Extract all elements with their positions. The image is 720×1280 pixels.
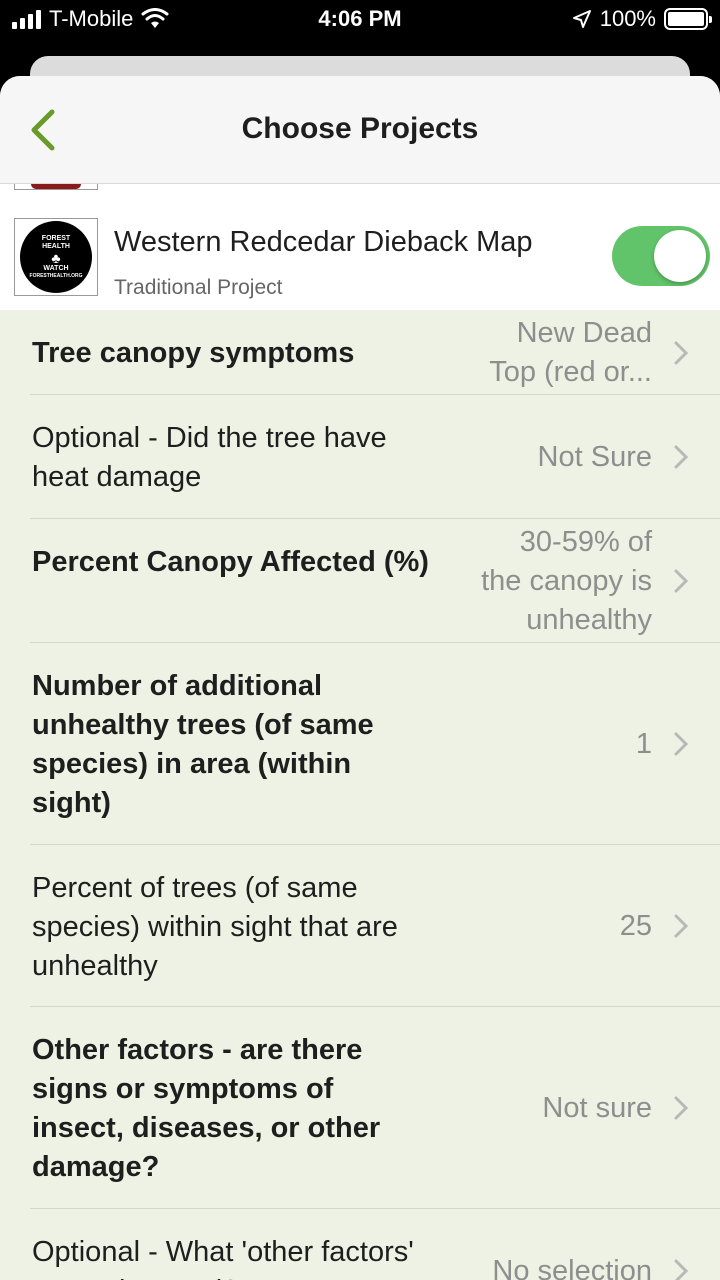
field-row[interactable]: Optional - Did the tree have heat damage… <box>30 395 720 519</box>
field-label: Optional - Did the tree have heat damage <box>32 422 387 493</box>
chevron-right-icon <box>674 1259 688 1280</box>
fields-list: Tree canopy symptoms New Dead Top (red o… <box>0 310 720 1280</box>
field-value: 30-59% of the canopy is unhealthy <box>481 526 652 636</box>
forest-health-watch-logo: FOREST HEALTH ♣ WATCH FORESTHEALTH.ORG <box>20 221 92 293</box>
field-value: New Dead Top (red or... <box>489 317 652 388</box>
screen: T-Mobile 4:06 PM 100% Choose Projects FO… <box>0 0 720 1280</box>
project-row: FOREST HEALTH ♣ WATCH FORESTHEALTH.ORG W… <box>0 184 720 310</box>
chevron-right-icon <box>674 1096 688 1120</box>
project-title: Western Redcedar Dieback Map <box>114 226 533 258</box>
project-subtitle: Traditional Project <box>114 276 283 299</box>
field-row[interactable]: Percent of trees (of same species) withi… <box>30 845 720 1007</box>
field-row[interactable]: Percent Canopy Affected (%) 30-59% of th… <box>30 519 720 643</box>
field-row[interactable]: Tree canopy symptoms New Dead Top (red o… <box>30 310 720 395</box>
toggle-knob <box>654 230 706 282</box>
field-value: Not sure <box>542 1092 652 1124</box>
field-value: Not Sure <box>537 441 652 473</box>
field-label: Percent of trees (of same species) withi… <box>32 872 398 982</box>
location-arrow-icon <box>572 10 591 28</box>
chevron-right-icon <box>674 914 688 938</box>
project-enabled-toggle[interactable] <box>612 226 710 286</box>
page-title: Choose Projects <box>241 112 479 145</box>
chevron-right-icon <box>674 341 688 365</box>
navigation-bar: Choose Projects <box>0 76 720 184</box>
battery-percent: 100% <box>599 6 656 31</box>
choose-projects-sheet: Choose Projects FOREST HEALTH ♣ WATCH FO… <box>0 76 720 1280</box>
project-logo: FOREST HEALTH ♣ WATCH FORESTHEALTH.ORG <box>14 218 98 296</box>
field-row[interactable]: Number of additional unhealthy trees (of… <box>30 643 720 845</box>
field-label: Other factors - are there signs or sympt… <box>32 1034 381 1183</box>
field-label: Optional - What 'other factors' were obs… <box>32 1236 414 1280</box>
previous-project-logo <box>14 184 98 190</box>
chevron-right-icon <box>674 569 688 593</box>
chevron-right-icon <box>674 732 688 756</box>
chevron-right-icon <box>674 445 688 469</box>
field-row[interactable]: Optional - What 'other factors' were obs… <box>30 1209 720 1280</box>
status-bar: T-Mobile 4:06 PM 100% <box>0 0 720 40</box>
field-label: Tree canopy symptoms <box>32 337 355 369</box>
field-label: Number of additional unhealthy trees (of… <box>32 670 374 819</box>
field-label: Percent Canopy Affected (%) <box>32 546 429 578</box>
field-value: 1 <box>635 728 652 760</box>
status-right: 100% <box>572 6 712 32</box>
battery-icon <box>664 8 712 30</box>
field-row[interactable]: Other factors - are there signs or sympt… <box>30 1007 720 1209</box>
field-value: 25 <box>619 910 652 942</box>
field-value: No selection <box>492 1255 652 1280</box>
